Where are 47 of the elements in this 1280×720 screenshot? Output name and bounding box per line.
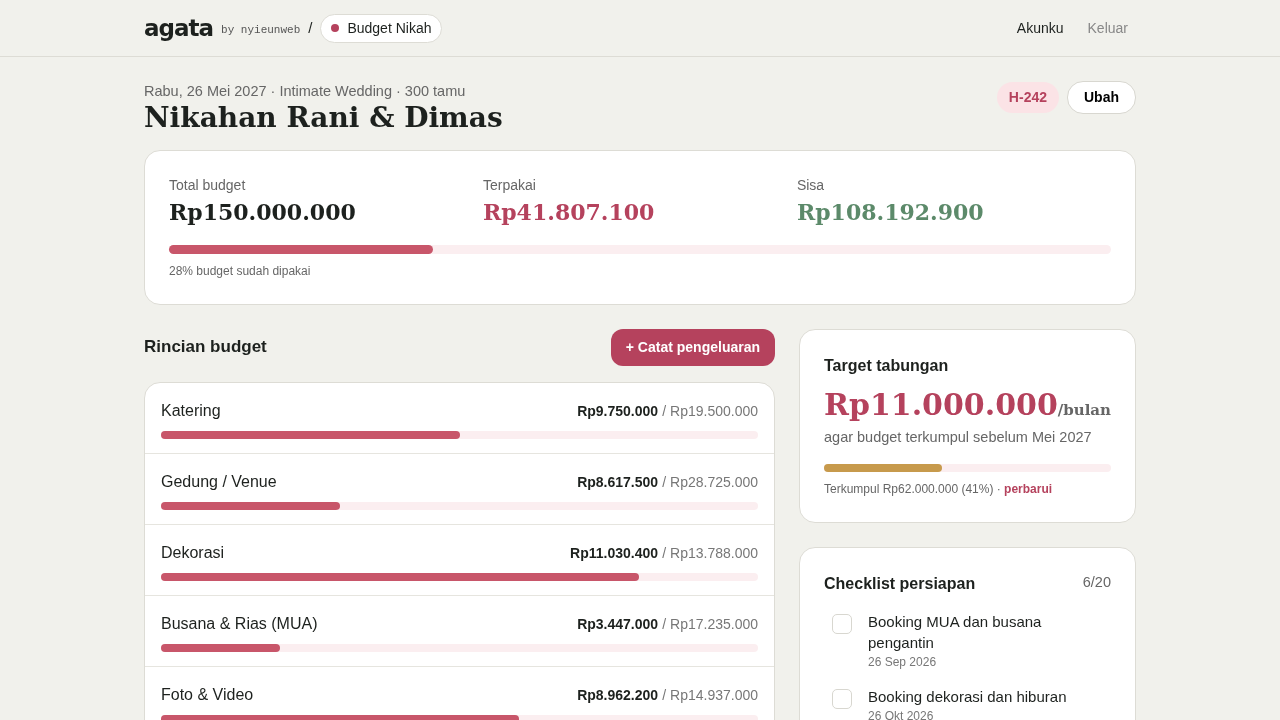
category-name: Gedung / Venue	[161, 471, 277, 492]
stat-value: Rp41.807.100	[482, 197, 656, 227]
card-title: Checklist persiapan	[824, 574, 976, 595]
breadcrumb-separator: /	[308, 17, 313, 38]
budget-amount: / Rp13.788.000	[662, 544, 758, 561]
spent-amount: Rp11.030.400	[570, 544, 659, 561]
category-name: Foto & Video	[161, 684, 254, 705]
event-details: Rabu, 26 Mei 2027 · Intimate Wedding · 300 tamu	[144, 82, 467, 101]
stat-label: Total budget	[169, 175, 247, 195]
event-title: Nikahan Rani & Dimas	[144, 102, 503, 134]
logo[interactable]: agata	[144, 10, 214, 46]
per-month-unit: /bulan	[1057, 400, 1111, 419]
countdown-badge: H-242	[996, 82, 1059, 113]
task-label: Booking dekorasi dan hiburan	[868, 686, 1067, 707]
savings-note: agar budget terkumpul sebelum Mei 2027	[824, 427, 1093, 447]
section-title: Rincian budget	[144, 336, 267, 359]
update-link[interactable]: perbarui	[1004, 482, 1053, 497]
stat-value: Rp150.000.000	[169, 197, 357, 227]
card-title: Target tabungan	[824, 355, 950, 376]
spent-amount: Rp8.962.200	[577, 686, 659, 703]
add-expense-button[interactable]: + Catat pengeluaran	[610, 328, 775, 366]
progress-caption: 28% budget sudah dipakai	[169, 262, 312, 280]
spent-amount: Rp3.447.000	[577, 615, 659, 632]
checklist-count: 6/20	[1082, 573, 1111, 593]
budget-amount: / Rp17.235.000	[662, 615, 758, 632]
stat-value: Rp108.192.900	[796, 197, 985, 227]
budget-amount: / Rp19.500.000	[662, 402, 758, 419]
task-label: Booking MUA dan busana pengantin	[868, 612, 1043, 653]
category-name: Katering	[161, 400, 221, 421]
checkbox[interactable]	[832, 688, 852, 709]
stat-label: Sisa	[796, 175, 826, 195]
edit-button[interactable]: Ubah	[1067, 81, 1136, 114]
due-date: 26 Sep 2026	[868, 653, 938, 671]
spent-amount: Rp8.617.500	[577, 473, 659, 490]
nav-link[interactable]: Akunku	[1016, 17, 1064, 39]
budget-amount: / Rp28.725.000	[662, 473, 758, 490]
stat-label: Terpakai	[482, 175, 537, 195]
category-name: Dekorasi	[161, 542, 225, 563]
spent-amount: Rp9.750.000	[577, 402, 659, 419]
byline: by nyieunweb	[221, 22, 301, 38]
budget-amount: / Rp14.937.000	[662, 686, 758, 703]
savings-amount: Rp11.000.000	[824, 386, 1058, 422]
savings-progress-text: Terkumpul Rp62.000.000 (41%) ·	[824, 482, 1001, 497]
app-pill[interactable]: Budget Nikah	[320, 13, 443, 43]
category-name: Busana & Rias (MUA)	[161, 613, 318, 634]
due-date: 26 Okt 2026	[868, 708, 935, 720]
checkbox[interactable]	[832, 614, 852, 635]
